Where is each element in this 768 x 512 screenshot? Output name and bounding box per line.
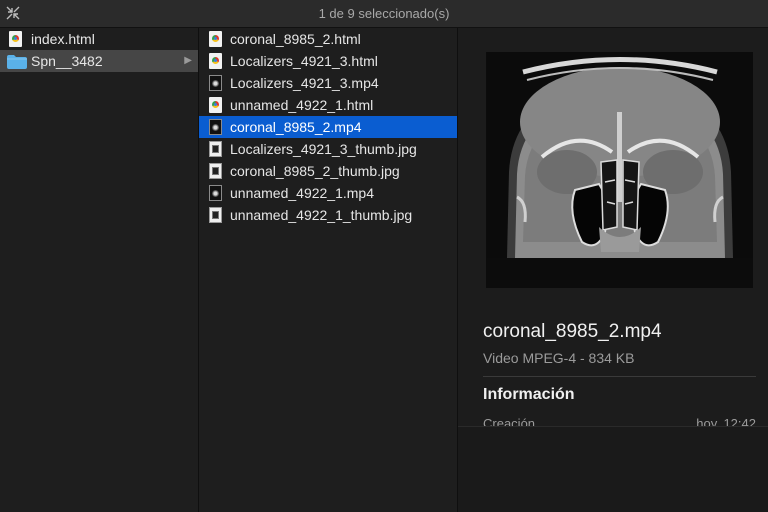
list-item[interactable]: unnamed_4922_1.mp4 — [199, 182, 457, 204]
file-label: Localizers_4921_3.html — [230, 53, 378, 69]
file-label: index.html — [31, 31, 95, 47]
list-item[interactable]: Localizers_4921_3.html — [199, 50, 457, 72]
title-bar: 1 de 9 seleccionado(s) — [0, 0, 768, 28]
list-item[interactable]: unnamed_4922_1_thumb.jpg — [199, 204, 457, 226]
chevron-right-icon: ▶ — [184, 55, 192, 66]
file-label: unnamed_4922_1_thumb.jpg — [230, 207, 413, 223]
video-file-icon — [209, 119, 222, 135]
video-file-icon — [209, 185, 222, 201]
video-preview[interactable] — [486, 52, 753, 288]
image-file-icon — [209, 141, 222, 157]
divider — [483, 376, 756, 377]
folder-label: Spn__3482 — [31, 53, 103, 69]
list-item-selected[interactable]: coronal_8985_2.mp4 — [199, 116, 457, 138]
html-file-icon — [209, 97, 222, 113]
video-file-icon — [209, 75, 222, 91]
html-file-icon — [9, 31, 22, 47]
file-label: unnamed_4922_1.html — [230, 97, 374, 113]
window-title: 1 de 9 seleccionado(s) — [318, 6, 450, 21]
html-file-icon — [209, 31, 222, 47]
list-item-folder[interactable]: Spn__3482 ▶ — [0, 50, 198, 72]
file-label: coronal_8985_2.html — [230, 31, 361, 47]
image-file-icon — [209, 207, 222, 223]
list-item[interactable]: coronal_8985_2.html — [199, 28, 457, 50]
file-label: Localizers_4921_3_thumb.jpg — [230, 141, 417, 157]
file-label: coronal_8985_2.mp4 — [230, 119, 362, 135]
list-item[interactable]: Localizers_4921_3_thumb.jpg — [199, 138, 457, 160]
column-parent: index.html Spn__3482 ▶ — [0, 28, 199, 512]
html-file-icon — [209, 53, 222, 69]
list-item[interactable]: coronal_8985_2_thumb.jpg — [199, 160, 457, 182]
image-file-icon — [209, 163, 222, 179]
file-label: coronal_8985_2_thumb.jpg — [230, 163, 400, 179]
column-files: coronal_8985_2.html Localizers_4921_3.ht… — [199, 28, 458, 512]
preview-footer — [458, 426, 768, 512]
preview-pane: coronal_8985_2.mp4 Video MPEG-4 - 834 KB… — [458, 28, 768, 512]
file-label: Localizers_4921_3.mp4 — [230, 75, 379, 91]
folder-icon — [7, 55, 27, 69]
info-heading: Información — [483, 386, 575, 403]
ct-scan-image — [487, 52, 753, 258]
preview-file-meta: Video MPEG-4 - 834 KB — [483, 350, 635, 366]
list-item[interactable]: unnamed_4922_1.html — [199, 94, 457, 116]
preview-file-name: coronal_8985_2.mp4 — [483, 321, 662, 342]
file-label: unnamed_4922_1.mp4 — [230, 185, 375, 201]
list-item-index-html[interactable]: index.html — [0, 28, 198, 50]
list-item[interactable]: Localizers_4921_3.mp4 — [199, 72, 457, 94]
